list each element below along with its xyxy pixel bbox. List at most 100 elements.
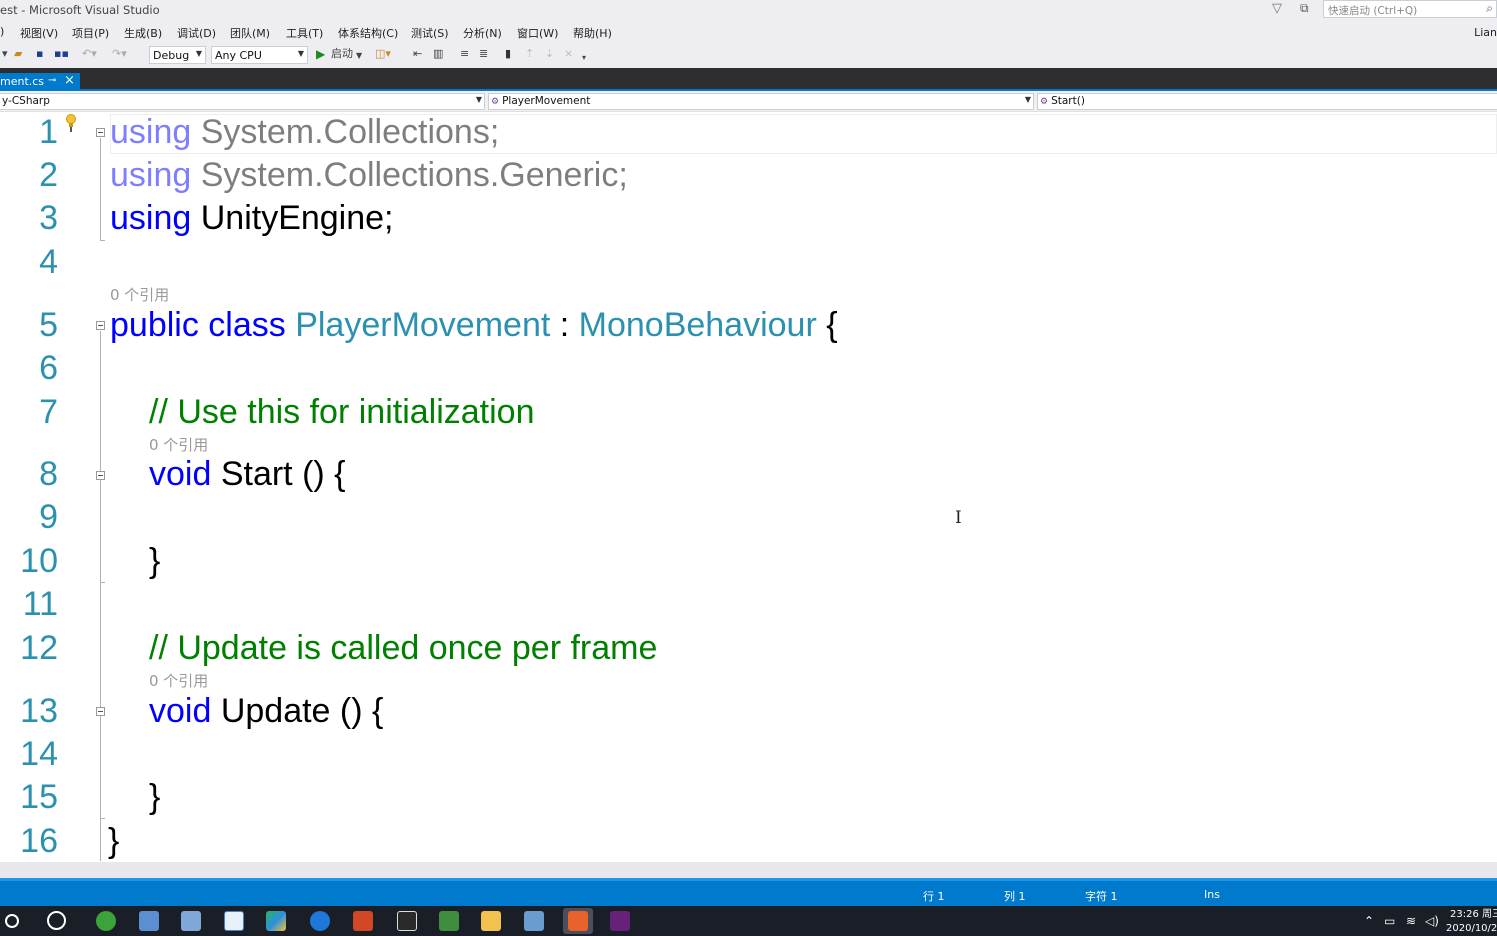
code-line-10: } <box>149 542 161 580</box>
code-comment: // Update is called once per frame <box>149 629 658 667</box>
menu-item-team[interactable]: 团队(M) <box>230 25 270 41</box>
status-bar: 行 1 列 1 字符 1 Ins <box>0 878 1497 906</box>
codelens-references[interactable]: 0 个引用 <box>149 672 208 690</box>
solution-platform-select[interactable]: Any CPU ▼ <box>211 46 308 64</box>
uncomment-icon[interactable]: ≣ <box>479 47 488 61</box>
project-select[interactable]: y-CSharp ▼ <box>0 93 485 110</box>
solution-configuration-select[interactable]: Debug ▼ <box>149 46 206 64</box>
code-text: System.Collections.Generic; <box>191 156 628 194</box>
account-name[interactable]: Lian <box>1474 26 1497 39</box>
line-number: 15 <box>20 778 58 816</box>
menu-item-file-partial[interactable]: ) <box>0 25 4 38</box>
outline-guide <box>100 138 101 241</box>
line-number: 11 <box>22 585 58 623</box>
base-type-name: MonoBehaviour <box>578 306 817 344</box>
document-tab-well <box>0 68 1497 91</box>
search-icon[interactable] <box>47 911 66 930</box>
camtasia-icon[interactable] <box>439 911 459 931</box>
volume-icon[interactable]: ◁) <box>1425 914 1439 928</box>
code-line-16: } <box>108 822 120 860</box>
menu-item-architecture[interactable]: 体系结构(C) <box>338 25 398 41</box>
quick-launch-input[interactable]: 快速启动 (Ctrl+Q) ⌕ <box>1323 0 1497 18</box>
line-number: 10 <box>20 542 58 580</box>
menu-item-tools[interactable]: 工具(T) <box>286 25 323 41</box>
menu-item-view[interactable]: 视图(V) <box>20 25 58 41</box>
member-select[interactable]: ⚙ Start() <box>1037 93 1497 110</box>
code-line-5: public class PlayerMovement : MonoBehavi… <box>110 305 838 345</box>
next-bookmark-icon[interactable]: ⇣ <box>545 47 554 61</box>
code-line-15: } <box>149 778 161 816</box>
search-icon[interactable]: ⌕ <box>1486 1 1493 16</box>
horizontal-scrollbar[interactable] <box>0 862 1497 878</box>
toggle-icon[interactable]: ▥ <box>433 47 443 61</box>
recorder-app-icon[interactable] <box>568 911 588 931</box>
browser-360-icon[interactable] <box>96 911 116 931</box>
configuration-value: Debug <box>153 49 190 62</box>
close-icon[interactable]: × <box>64 73 75 88</box>
battery-icon[interactable]: ▭ <box>1384 914 1395 928</box>
menu-item-build[interactable]: 生成(B) <box>124 25 162 41</box>
redo-icon[interactable]: ↷▾ <box>112 47 127 61</box>
file-app-icon[interactable] <box>139 911 159 931</box>
collapse-using-icon[interactable] <box>96 128 105 137</box>
save-all-icon[interactable]: ▪▪ <box>54 47 69 61</box>
tray-overflow-icon[interactable]: ⌃ <box>1364 914 1374 928</box>
code-line-1: using System.Collections; <box>110 112 499 152</box>
mail-app-icon[interactable] <box>224 911 244 931</box>
notes-app-icon[interactable] <box>181 911 201 931</box>
start-dropdown-icon[interactable]: ▼ <box>356 49 362 63</box>
outline-guide-end <box>100 582 105 583</box>
new-project-dropdown-icon[interactable]: ▾ <box>2 47 8 61</box>
clock-date[interactable]: 2020/10/2 <box>1446 922 1497 935</box>
menu-item-help[interactable]: 帮助(H) <box>573 25 612 41</box>
browser-link-icon[interactable]: ◫▾ <box>375 47 391 61</box>
codelens-references[interactable]: 0 个引用 <box>110 286 169 304</box>
photos-app-icon[interactable] <box>524 911 544 931</box>
start-button-label[interactable]: 启动 <box>331 47 353 61</box>
start-debugging-icon[interactable]: ▶ <box>316 47 325 61</box>
lightbulb-icon[interactable] <box>64 113 78 133</box>
save-icon[interactable]: ▪ <box>36 47 43 61</box>
menu-item-window[interactable]: 窗口(W) <box>517 25 558 41</box>
menu-item-test[interactable]: 测试(S) <box>411 25 449 41</box>
keyword: using <box>110 156 192 194</box>
wifi-icon[interactable]: ≋ <box>1406 914 1416 928</box>
media-player-icon[interactable] <box>266 911 286 931</box>
quick-launch-placeholder: 快速启动 (Ctrl+Q) <box>1328 5 1418 17</box>
status-column: 列 1 <box>1004 890 1026 903</box>
pin-tab-icon[interactable]: ⊸ <box>48 75 56 86</box>
navigate-icon[interactable]: ⇤ <box>413 47 422 61</box>
menu-item-debug[interactable]: 调试(D) <box>177 25 216 41</box>
prev-bookmark-icon[interactable]: ⇡ <box>525 47 534 61</box>
status-insert-mode[interactable]: Ins <box>1204 888 1220 901</box>
powerpoint-icon[interactable] <box>353 911 373 931</box>
file-explorer-icon[interactable] <box>481 911 501 931</box>
status-char: 字符 1 <box>1085 890 1118 903</box>
code-text: : <box>550 306 579 344</box>
type-select[interactable]: ⚙ PlayerMovement ▼ <box>488 93 1034 110</box>
feedback-icon[interactable]: ⧉ <box>1300 1 1309 16</box>
unity-icon[interactable] <box>397 911 417 931</box>
edge-browser-icon[interactable] <box>310 911 330 931</box>
menu-item-project[interactable]: 项目(P) <box>72 25 109 41</box>
visual-studio-icon[interactable] <box>610 911 630 931</box>
cortana-icon[interactable] <box>5 914 19 928</box>
member-value: Start() <box>1051 95 1085 107</box>
collapse-class-icon[interactable] <box>96 321 105 330</box>
collapse-start-icon[interactable] <box>96 471 105 480</box>
undo-icon[interactable]: ↶▾ <box>82 47 97 61</box>
document-tab-label: ment.cs <box>0 75 45 88</box>
collapse-update-icon[interactable] <box>96 707 105 716</box>
bookmark-icon[interactable]: ▮ <box>505 47 511 61</box>
comment-out-icon[interactable]: ≡ <box>460 47 469 61</box>
class-icon: ⚙ <box>491 97 500 107</box>
menu-item-analyze[interactable]: 分析(N) <box>463 25 502 41</box>
codelens-references[interactable]: 0 个引用 <box>149 436 208 454</box>
clear-bookmarks-icon[interactable]: ⨯ <box>564 47 573 61</box>
toolbar-overflow-icon[interactable]: ▾ <box>582 51 586 65</box>
outline-guide-end <box>100 240 105 241</box>
notification-filter-icon[interactable]: ▽ <box>1272 1 1282 16</box>
code-line-2: using System.Collections.Generic; <box>110 155 628 195</box>
open-file-icon[interactable]: ▰ <box>14 47 22 61</box>
clock-time[interactable]: 23:26 周三 <box>1450 908 1497 921</box>
